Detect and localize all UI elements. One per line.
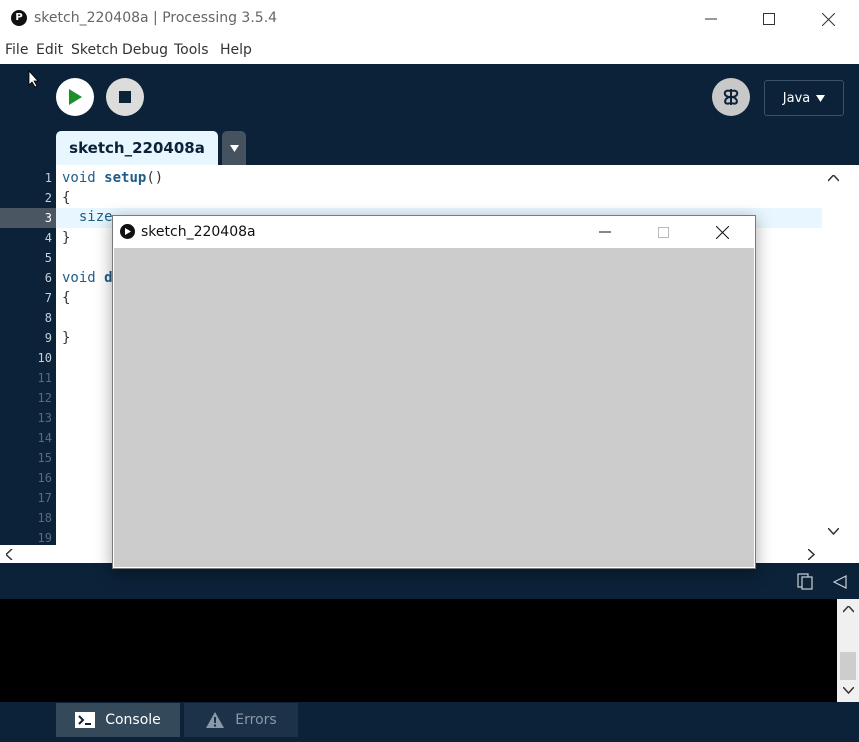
line-number: 4 [44, 231, 52, 245]
chevron-down-icon [229, 144, 239, 152]
scroll-up-icon [828, 175, 839, 182]
line-number: 12 [37, 391, 52, 405]
line-number: 7 [44, 291, 52, 305]
code-line-4: } [62, 230, 71, 246]
toolbar [0, 64, 859, 131]
stop-icon [119, 91, 131, 103]
scroll-down-icon [828, 528, 839, 535]
mode-label: Java [782, 90, 811, 106]
console-scrollbar[interactable] [837, 599, 859, 702]
line-number: 14 [37, 431, 52, 445]
play-icon [69, 89, 82, 105]
line-number: 13 [37, 411, 52, 425]
console-label: Console [105, 712, 161, 728]
tab-console[interactable]: Console [56, 703, 180, 737]
line-number: 5 [44, 251, 52, 265]
line-number: 8 [44, 311, 52, 325]
menu-bar: File Edit Sketch Debug Tools Help [0, 38, 859, 65]
code-line-3: size [62, 209, 113, 225]
line-number: 6 [44, 271, 52, 285]
debugger-button[interactable] [712, 78, 750, 116]
maximize-icon [763, 13, 775, 25]
menu-edit[interactable]: Edit [36, 42, 63, 58]
console-output[interactable] [0, 599, 837, 702]
processing-logo-icon: P [11, 10, 27, 26]
menu-sketch[interactable]: Sketch [71, 42, 118, 58]
menu-help[interactable]: Help [220, 42, 252, 58]
line-number: 18 [37, 511, 52, 525]
run-button[interactable] [56, 78, 94, 116]
debugger-butterfly-icon [723, 89, 739, 105]
collapse-console-icon[interactable] [833, 575, 847, 589]
code-line-7: { [62, 290, 71, 306]
sketch-canvas[interactable] [114, 248, 754, 567]
chevron-down-icon [816, 94, 826, 102]
menu-debug[interactable]: Debug [122, 42, 168, 58]
tab-menu-button[interactable] [222, 131, 246, 165]
line-number: 19 [37, 531, 52, 545]
console-icon [75, 712, 96, 728]
scroll-right-icon [808, 549, 815, 560]
line-number: 11 [37, 371, 52, 385]
maximize-button[interactable] [740, 0, 798, 38]
line-number: 9 [44, 331, 52, 345]
menu-tools[interactable]: Tools [174, 42, 209, 58]
line-number: 15 [37, 451, 52, 465]
tab-errors[interactable]: Errors [184, 703, 298, 737]
close-icon [821, 12, 835, 26]
console-scroll-thumb[interactable] [840, 652, 856, 680]
title-bar: P sketch_220408a | Processing 3.5.4 [0, 0, 859, 38]
minimize-icon [599, 231, 611, 233]
sketch-window-icon [120, 224, 135, 239]
line-number: 16 [37, 471, 52, 485]
errors-label: Errors [235, 712, 277, 728]
copy-console-icon[interactable] [797, 573, 813, 590]
minimize-button[interactable] [682, 0, 740, 38]
editor-vertical-scrollbar[interactable] [822, 165, 845, 545]
line-number: 3 [44, 211, 52, 225]
sketch-maximize-button [634, 216, 692, 248]
maximize-icon [657, 226, 669, 238]
scroll-down-icon [843, 687, 854, 694]
sketch-close-button[interactable] [693, 216, 751, 248]
warning-icon [206, 712, 225, 728]
window-title: sketch_220408a | Processing 3.5.4 [34, 10, 278, 26]
stop-button[interactable] [106, 78, 144, 116]
close-icon [715, 225, 729, 239]
scroll-left-icon [6, 549, 13, 560]
line-number: 10 [37, 351, 52, 365]
code-line-9: } [62, 330, 71, 346]
line-number: 1 [44, 171, 52, 185]
sketch-window[interactable]: sketch_220408a [112, 215, 756, 569]
code-line-1: void setup() [62, 170, 164, 186]
close-button[interactable] [799, 0, 857, 38]
line-number: 17 [37, 491, 52, 505]
tab-sketch[interactable]: sketch_220408a [56, 131, 218, 165]
code-line-2: { [62, 190, 71, 206]
sketch-minimize-button[interactable] [576, 216, 634, 248]
mouse-cursor-icon [28, 70, 39, 88]
code-line-6: void d [62, 270, 113, 286]
minimize-icon [705, 18, 717, 20]
menu-file[interactable]: File [5, 42, 28, 58]
mode-selector[interactable]: Java [764, 80, 844, 116]
scroll-up-icon [843, 606, 854, 613]
sketch-window-title: sketch_220408a [141, 224, 256, 240]
line-number: 2 [44, 191, 52, 205]
